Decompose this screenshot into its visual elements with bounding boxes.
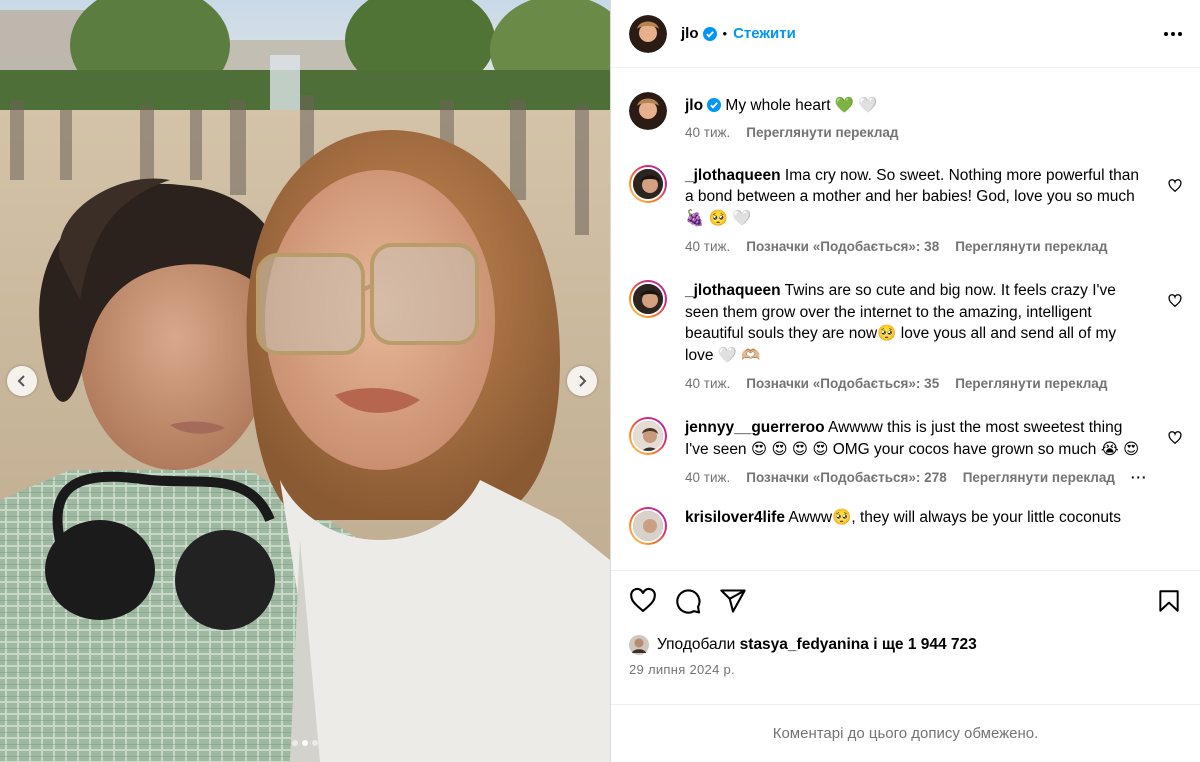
commenter-avatar[interactable] [629,417,667,455]
post-photo [0,0,610,762]
separator-dot: • [722,26,728,41]
post-date[interactable]: 29 липня 2024 р. [611,662,1200,677]
author-avatar[interactable] [629,14,667,53]
heart-icon [630,587,656,612]
follow-button[interactable]: Стежити [733,25,796,42]
chevron-left-icon [17,375,25,387]
comment-time[interactable]: 40 тиж. [685,376,730,391]
comment-button[interactable] [674,587,702,615]
author-avatar[interactable] [629,92,667,130]
more-options-button[interactable] [1164,31,1182,36]
see-translation-link[interactable]: Переглянути переклад [963,470,1115,485]
post-media[interactable] [0,0,610,762]
caption-body: jlo My whole heart 💚 🤍 40 тиж. Перегляну… [685,92,1182,140]
post-header: jlo • Стежити [611,0,1200,68]
comment-more-icon[interactable]: ··· [1131,470,1148,485]
comment-username[interactable]: _jlothaqueen [685,282,781,299]
commenter-avatar[interactable] [629,507,667,545]
comments-limited-notice: Коментарі до цього допису обмежено. [611,704,1200,762]
comment-body: jennyy__guerreroo Awwww this is just the… [685,417,1182,485]
like-comment-icon[interactable] [1168,294,1182,308]
more-icon-dot [1171,31,1175,36]
comment: jennyy__guerreroo Awwww this is just the… [629,417,1182,485]
likes-summary[interactable]: Уподобали stasya_fedyanina і ще 1 944 72… [611,630,1200,660]
author-username[interactable]: jlo [681,25,699,42]
verified-badge-icon [707,98,722,112]
comment-time[interactable]: 40 тиж. [685,470,730,485]
comment-likes[interactable]: Позначки «Подобається»: 38 [746,239,939,254]
like-comment-icon[interactable] [1168,178,1182,193]
likes-count[interactable]: і ще 1 944 723 [873,636,977,654]
share-button[interactable] [719,587,747,615]
caption-text: My whole heart 💚 🤍 [725,97,878,114]
comment-time[interactable]: 40 тиж. [685,239,730,254]
likes-prefix: Уподобали [657,636,736,653]
post-panel: jlo • Стежити jlo My whole heart 💚 🤍 40 … [610,0,1200,762]
share-icon [720,588,746,613]
commenter-avatar[interactable] [629,280,667,318]
comment-username[interactable]: _jlothaqueen [685,167,781,184]
comment-body: krisilover4life Awww🥺, they will always … [685,507,1182,545]
comment-body: _jlothaqueen Ima cry now. So sweet. Noth… [685,165,1182,255]
bookmark-icon [1159,589,1179,612]
comment-username[interactable]: jennyy__guerreroo [685,419,825,436]
carousel-dot [312,740,318,746]
liker-avatar[interactable] [629,635,649,655]
comment: krisilover4life Awww🥺, they will always … [629,507,1182,545]
carousel-indicator [0,740,610,746]
comment-username[interactable]: krisilover4life [685,509,785,526]
more-icon-dot [1178,31,1182,36]
chevron-right-icon [579,375,587,387]
comments-list[interactable]: jlo My whole heart 💚 🤍 40 тиж. Перегляну… [611,68,1200,570]
carousel-dot [292,740,298,746]
comment-likes[interactable]: Позначки «Подобається»: 35 [746,376,939,391]
comment: _jlothaqueen Ima cry now. So sweet. Noth… [629,164,1182,255]
see-translation-link[interactable]: Переглянути переклад [955,239,1107,254]
instagram-post: jlo • Стежити jlo My whole heart 💚 🤍 40 … [0,0,1200,762]
comment-text: Awww🥺, they will always be your little c… [788,509,1121,526]
comment-body: _jlothaqueen Twins are so cute and big n… [685,280,1182,391]
verified-badge-icon [702,26,717,41]
previous-photo-button[interactable] [7,366,37,396]
like-comment-icon[interactable] [1168,431,1182,445]
post-actions [611,570,1200,630]
comment-icon [676,588,701,614]
see-translation-link[interactable]: Переглянути переклад [955,376,1107,391]
carousel-dot-active [302,740,308,746]
commenter-avatar[interactable] [629,164,667,203]
liker-username[interactable]: stasya_fedyanina [740,636,869,654]
comment: _jlothaqueen Twins are so cute and big n… [629,280,1182,391]
caption: jlo My whole heart 💚 🤍 40 тиж. Перегляну… [629,68,1182,140]
more-icon [1164,31,1168,36]
caption-time[interactable]: 40 тиж. [685,125,730,140]
caption-username[interactable]: jlo [685,97,703,114]
save-button[interactable] [1156,588,1182,614]
next-photo-button[interactable] [567,366,597,396]
like-button[interactable] [629,587,657,615]
see-translation-link[interactable]: Переглянути переклад [746,125,898,140]
comment-likes[interactable]: Позначки «Подобається»: 278 [746,470,946,485]
